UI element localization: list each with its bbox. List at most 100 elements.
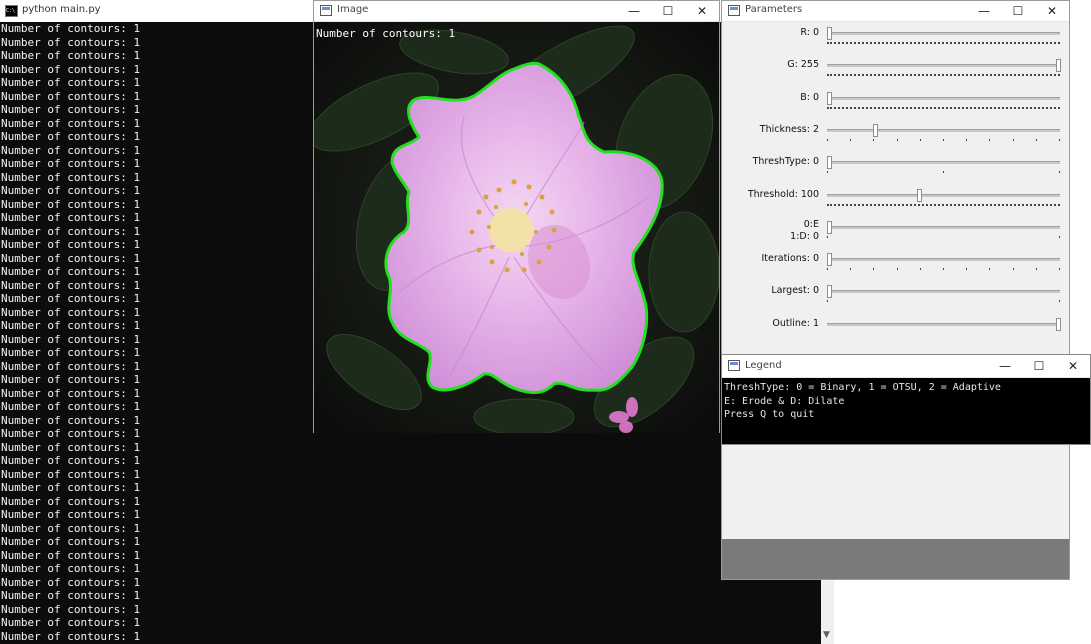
trackbar-tick — [873, 138, 875, 141]
console-line: Number of contours: 1 — [1, 616, 141, 629]
trackbar-thumb[interactable] — [1056, 317, 1061, 331]
close-button[interactable]: ✕ — [1056, 356, 1090, 376]
trackbar-tick — [943, 138, 944, 141]
image-window-title: Image — [337, 4, 369, 15]
trackbar-thumb[interactable] — [827, 91, 832, 105]
trackbar-tick — [827, 171, 828, 174]
trackbar-track[interactable] — [827, 96, 1060, 100]
trackbar-track[interactable] — [827, 32, 1060, 35]
window-icon — [728, 360, 740, 371]
trackbar-tick — [919, 138, 921, 141]
trackbar-label: Threshold: 100 — [747, 188, 819, 200]
trackbar-threshtype: ThreshType: 0 — [722, 152, 1069, 184]
minimize-button[interactable]: — — [988, 356, 1022, 376]
trackbar-ticks — [827, 74, 1060, 78]
trackbar-label: Thickness: 2 — [759, 123, 819, 135]
maximize-button[interactable]: ☐ — [1001, 1, 1035, 21]
console-line: Number of contours: 1 — [1, 562, 141, 575]
trackbar-track[interactable] — [827, 193, 1060, 197]
console-line: Number of contours: 1 — [1, 535, 141, 548]
console-line: Number of contours: 1 — [1, 440, 141, 454]
trackbar-tick — [1035, 138, 1037, 141]
legend-line: Press Q to quit — [724, 409, 815, 420]
trackbar-thumb[interactable] — [827, 285, 832, 299]
trackbar-tick — [896, 138, 898, 141]
trackbar-thickness: Thickness: 2 — [722, 120, 1069, 152]
trackbar-ticks — [827, 106, 1060, 111]
console-line: Number of contours: 1 — [1, 589, 141, 602]
trackbar-tick — [850, 268, 852, 271]
trackbar-thumb[interactable] — [827, 27, 832, 40]
contour-count-overlay: Number of contours: 1 — [316, 27, 456, 40]
trackbar-thumb[interactable] — [872, 123, 878, 137]
console-line: Number of contours: 1 — [1, 602, 141, 616]
trackbar-track[interactable] — [827, 225, 1060, 229]
trackbar-ticks — [827, 203, 1060, 208]
minimize-button[interactable]: — — [617, 1, 651, 21]
trackbar-track[interactable] — [827, 258, 1060, 262]
trackbar-thumb[interactable] — [827, 156, 832, 170]
legend-window-title: Legend — [745, 360, 782, 371]
image-window[interactable]: Image — ☐ ✕ Number of contours: 1 — [313, 0, 720, 433]
image-canvas: Number of contours: 1 — [314, 22, 719, 433]
trackbar-thumb[interactable] — [916, 188, 922, 202]
trackbar-thumb[interactable] — [827, 220, 832, 234]
trackbar-label: Iterations: 0 — [761, 253, 819, 265]
trackbar-threshold: Threshold: 100 — [722, 185, 1069, 217]
minimize-button[interactable]: — — [967, 1, 1001, 21]
console-line: Number of contours: 1 — [1, 494, 141, 508]
legend-window[interactable]: Legend — ☐ ✕ ThreshType: 0 = Binary, 1 =… — [721, 354, 1091, 445]
trackbar-track[interactable] — [827, 128, 1060, 132]
trackbar-ticks — [827, 268, 1060, 271]
trackbar-tick — [1059, 300, 1060, 303]
trackbar-iterations: Iterations: 0 — [722, 249, 1069, 281]
trackbar-thumb[interactable] — [1056, 59, 1061, 73]
trackbar-tick — [827, 268, 828, 271]
trackbar-tick — [943, 171, 944, 174]
trackbar-track[interactable] — [827, 290, 1060, 294]
trackbar-track[interactable] — [827, 322, 1060, 326]
trackbar-r: R: 0 — [722, 23, 1069, 55]
parameters-window-title: Parameters — [745, 4, 803, 15]
trackbar-erode-dilate: 0:E 1:D: 0 — [722, 217, 1069, 249]
parameters-titlebar[interactable]: Parameters — ☐ ✕ — [722, 1, 1069, 22]
legend-line: ThreshType: 0 = Binary, 1 = OTSU, 2 = Ad… — [724, 382, 1001, 393]
trackbar-outline: Outline: 1 — [722, 314, 1069, 346]
close-button[interactable]: ✕ — [1035, 1, 1069, 21]
parameters-footer — [722, 539, 1069, 579]
trackbar-ticks — [827, 300, 1060, 303]
scroll-down-arrow-icon[interactable]: ▼ — [823, 630, 830, 640]
trackbar-tick — [1059, 268, 1060, 271]
trackbar-tick — [1012, 138, 1014, 141]
trackbar-label: G: 255 — [787, 59, 819, 71]
flower-photo — [314, 22, 719, 433]
image-titlebar[interactable]: Image — ☐ ✕ — [314, 1, 719, 22]
trackbar-ticks — [827, 171, 1060, 174]
trackbar-tick — [989, 268, 991, 271]
console-line: Number of contours: 1 — [1, 454, 141, 467]
trackbar-tick — [896, 268, 898, 271]
trackbar-ticks — [827, 138, 1060, 141]
trackbar-tick — [943, 268, 944, 271]
trackbar-tick — [919, 268, 921, 271]
trackbar-b: B: 0 — [722, 88, 1069, 120]
legend-titlebar[interactable]: Legend — ☐ ✕ — [722, 355, 1090, 378]
cmd-icon: C:\ — [5, 5, 18, 17]
console-line: Number of contours: 1 — [1, 481, 141, 494]
trackbar-label: ThreshType: 0 — [752, 156, 819, 168]
console-line: Number of contours: 1 — [1, 508, 141, 521]
trackbar-tick — [873, 268, 875, 271]
trackbar-label: 0:E 1:D: 0 — [790, 218, 819, 242]
parameters-window[interactable]: Parameters — ☐ ✕ R: 0 G: 255 B: 0 Thickness… — [721, 0, 1070, 580]
trackbar-label: Outline: 1 — [772, 317, 819, 329]
trackbar-tick — [827, 300, 828, 303]
trackbar-thumb[interactable] — [827, 253, 832, 267]
trackbar-track[interactable] — [827, 161, 1060, 165]
maximize-button[interactable]: ☐ — [651, 1, 685, 21]
maximize-button[interactable]: ☐ — [1022, 356, 1056, 376]
trackbar-track[interactable] — [827, 64, 1060, 68]
trackbar-tick — [827, 138, 828, 141]
close-button[interactable]: ✕ — [685, 1, 719, 21]
trackbar-label: Largest: 0 — [771, 285, 819, 297]
window-icon — [320, 5, 332, 16]
